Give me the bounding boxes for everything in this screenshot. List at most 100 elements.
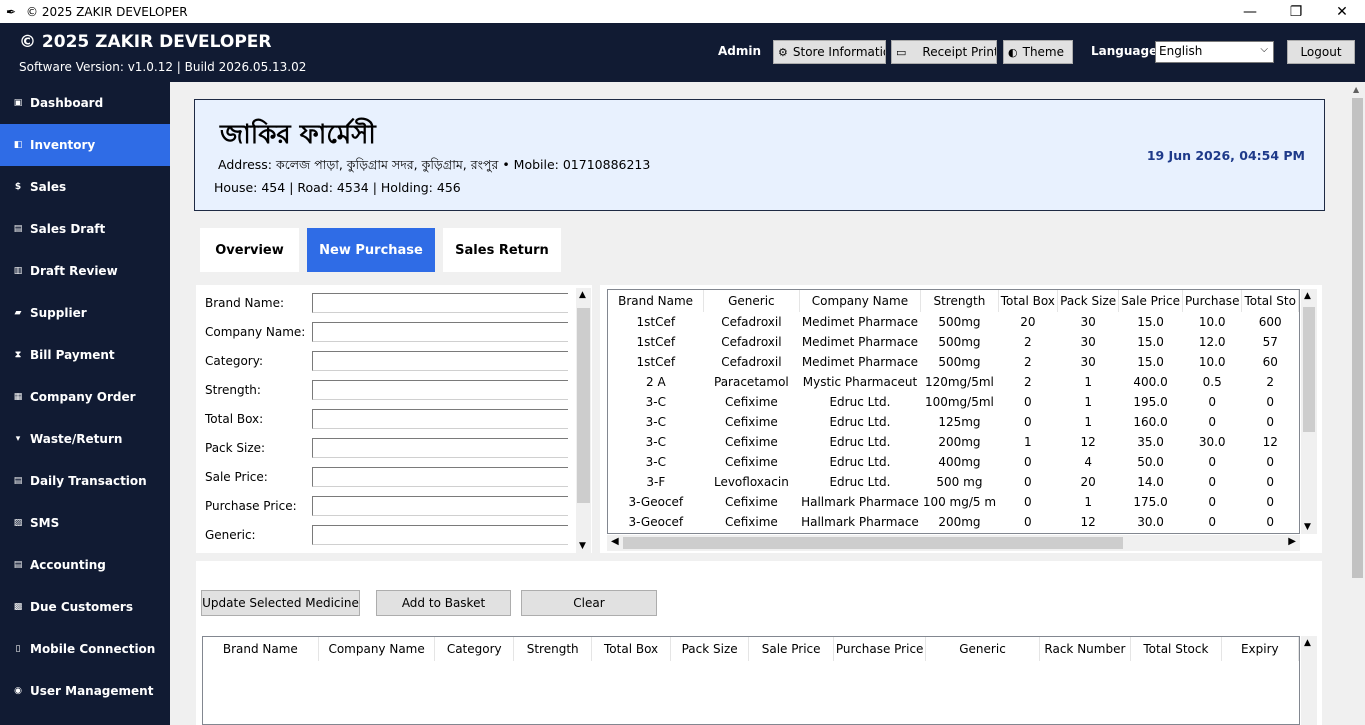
table-row[interactable]: 3-C Cefixime Edruc Ltd. 100mg/5ml 0 1 195.0 0 0 (608, 392, 1299, 412)
table-row[interactable]: 3-C Cefixime Edruc Ltd. 125mg 0 1 160.0 0 0 (608, 412, 1299, 432)
mobile-icon: ▯ (15, 644, 21, 654)
sidebar-item-bill-payment[interactable]: ⧗ Bill Payment (0, 334, 170, 376)
column-header[interactable]: Total Box (998, 290, 1059, 312)
table-cell: 1 (1084, 395, 1092, 409)
company-name-input[interactable] (312, 322, 568, 342)
table-vertical-scrollbar[interactable]: ▲ ▼ (1301, 289, 1317, 534)
column-header[interactable]: Generic (925, 637, 1040, 661)
column-header[interactable]: Sale Price (748, 637, 834, 661)
tab-new-purchase[interactable]: New Purchase (307, 228, 435, 272)
table-row[interactable]: 1stCef Cefadroxil Medimet Pharmace 500mg 2 30… (608, 352, 1299, 372)
column-header[interactable]: Total Sto (1241, 290, 1299, 312)
column-header[interactable]: Purchase (1182, 290, 1243, 312)
sidebar-item-draft-review[interactable]: ▥ Draft Review (0, 250, 170, 292)
column-header[interactable]: Generic (703, 290, 800, 312)
table-hscroll-thumb[interactable] (623, 537, 1123, 549)
form-scrollbar[interactable]: ▲ ▼ (576, 288, 591, 553)
table-row[interactable]: 3-Geocef Cefixime Hallmark Pharmace 100 mg/… (608, 492, 1299, 512)
column-header[interactable]: Brand Name (203, 637, 319, 661)
update-medicine-button[interactable]: Update Selected Medicine (201, 590, 360, 616)
purchase-price-input[interactable] (312, 496, 568, 516)
column-header[interactable]: Pack Size (1057, 290, 1120, 312)
scroll-up-icon[interactable]: ▲ (579, 290, 586, 300)
sidebar-item-due-customers[interactable]: ▩ Due Customers (0, 586, 170, 628)
window-title: © 2025 ZAKIR DEVELOPER (26, 4, 188, 19)
column-header[interactable]: Category (434, 637, 515, 661)
basket-scrollbar[interactable]: ▲ (1301, 636, 1317, 725)
table-cell: 20 (1080, 475, 1096, 489)
sale-price-input[interactable] (312, 467, 568, 487)
table-row[interactable]: 2 A Paracetamol Mystic Pharmaceut 120mg/5ml… (608, 372, 1299, 392)
add-to-basket-button[interactable]: Add to Basket (376, 590, 511, 616)
table-row[interactable]: 3-Geocef Cefixime Hallmark Pharmace 200mg 0 1… (608, 512, 1299, 532)
table-row[interactable]: 1stCef Cefadroxil Medimet Pharmace 500mg 20 3… (608, 312, 1299, 332)
store-info-button[interactable]: ⚙ Store Informatio (773, 40, 886, 64)
clear-button[interactable]: Clear (521, 590, 657, 616)
scroll-up-icon[interactable]: ▲ (1353, 85, 1359, 94)
sidebar-item-supplier[interactable]: ▰ Supplier (0, 292, 170, 334)
column-header[interactable]: Strength (920, 290, 999, 312)
table-row[interactable]: 3-F Levofloxacin Edruc Ltd. 500 mg 0 20 14.0 0 0 (608, 472, 1299, 492)
column-header[interactable]: Strength (513, 637, 593, 661)
sidebar-item-sales-draft[interactable]: ▤ Sales Draft (0, 208, 170, 250)
sidebar-item-dashboard[interactable]: ▣ Dashboard (0, 82, 170, 124)
main-scrollbar-thumb[interactable] (1352, 98, 1363, 578)
sidebar-item-sales[interactable]: $ Sales (0, 166, 170, 208)
strength-input[interactable] (312, 380, 568, 400)
scroll-down-icon[interactable]: ▼ (579, 541, 586, 551)
pack-size-input[interactable] (312, 438, 568, 458)
logout-label: Logout (1300, 45, 1342, 59)
scroll-left-icon[interactable]: ◀ (611, 536, 619, 547)
table-cell: Edruc Ltd. (829, 455, 891, 469)
tab-overview[interactable]: Overview (200, 228, 299, 272)
basket-table[interactable]: Brand Name Company Name Category Strength To… (202, 636, 1300, 725)
customers-icon: ▩ (13, 602, 23, 612)
scroll-down-icon[interactable]: ▼ (1304, 522, 1311, 532)
column-header[interactable]: Purchase Price (833, 637, 927, 661)
scroll-up-icon[interactable]: ▲ (1304, 638, 1311, 648)
sidebar-item-accounting[interactable]: ▤ Accounting (0, 544, 170, 586)
sidebar-item-inventory[interactable]: ◧ Inventory (0, 124, 170, 166)
sidebar-item-user-management[interactable]: ◉ User Management (0, 670, 170, 712)
generic-input[interactable] (312, 525, 568, 545)
tab-sales-return[interactable]: Sales Return (443, 228, 561, 272)
receipt-print-button[interactable]: ▭ Receipt Print (891, 40, 997, 64)
column-header[interactable]: Expiry (1221, 637, 1299, 661)
theme-button[interactable]: ◐ Theme (1003, 40, 1073, 64)
sidebar-item-mobile-connection[interactable]: ▯ Mobile Connection (0, 628, 170, 670)
sidebar-item-company-order[interactable]: ▦ Company Order (0, 376, 170, 418)
version-text: Software Version: v1.0.12 | Build 2026.0… (19, 60, 307, 74)
medicine-table[interactable]: Brand Name Generic Company Name Strength Tot… (607, 289, 1300, 534)
minimize-button[interactable]: — (1227, 0, 1273, 23)
total-box-input[interactable] (312, 409, 568, 429)
logout-button[interactable]: Logout (1287, 40, 1355, 64)
column-header[interactable]: Sale Price (1118, 290, 1183, 312)
table-row[interactable]: 3-C Cefixime Edruc Ltd. 400mg 0 4 50.0 0 0 (608, 452, 1299, 472)
column-header[interactable]: Brand Name (608, 290, 705, 312)
column-header[interactable]: Company Name (799, 290, 922, 312)
form-scrollbar-thumb[interactable] (577, 308, 590, 503)
column-header[interactable]: Total Box (591, 637, 671, 661)
table-row[interactable]: 3-C Cefixime Edruc Ltd. 200mg 1 12 35.0 30.0 12 (608, 432, 1299, 452)
table-horizontal-scrollbar[interactable]: ◀ ▶ (607, 535, 1300, 551)
column-header[interactable]: Company Name (318, 637, 436, 661)
table-cell: Paracetamol (714, 375, 789, 389)
column-header[interactable]: Total Stock (1130, 637, 1222, 661)
close-button[interactable]: ✕ (1319, 0, 1365, 23)
transaction-icon: ▤ (13, 476, 23, 486)
language-select[interactable]: English ⌵ (1155, 41, 1274, 63)
scroll-right-icon[interactable]: ▶ (1288, 536, 1296, 547)
category-input[interactable] (312, 351, 568, 371)
column-header[interactable]: Rack Number (1039, 637, 1132, 661)
table-row[interactable]: 1stCef Cefadroxil Medimet Pharmace 500mg 2 30… (608, 332, 1299, 352)
main-scrollbar[interactable]: ▲ (1350, 82, 1365, 725)
table-cell: 0 (1208, 475, 1217, 489)
brand-name-input[interactable] (312, 293, 568, 313)
sidebar-item-sms[interactable]: ▨ SMS (0, 502, 170, 544)
column-header[interactable]: Pack Size (670, 637, 750, 661)
sidebar-item-daily-transaction[interactable]: ▤ Daily Transaction (0, 460, 170, 502)
scroll-up-icon[interactable]: ▲ (1304, 291, 1311, 301)
restore-button[interactable]: ❐ (1273, 0, 1319, 23)
sidebar-item-waste-return[interactable]: ▾ Waste/Return (0, 418, 170, 460)
table-vscroll-thumb[interactable] (1303, 307, 1315, 432)
